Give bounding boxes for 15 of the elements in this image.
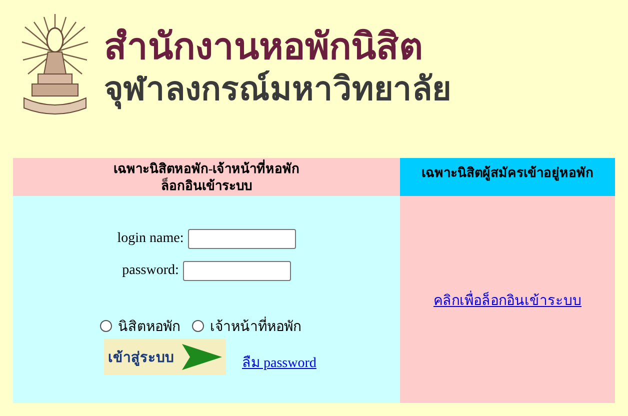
office-title: สำนักงานหอพักนิสิต (104, 25, 424, 69)
field-label: password: (122, 263, 179, 279)
forgot-password-link[interactable]: ลืม password (242, 351, 316, 373)
panel-heading: เฉพาะนิสิตหอพัก-เจ้าหน้าที่หอพัก ล็อกอินเข้าระบบ (13, 158, 400, 196)
arrow-icon (182, 342, 222, 372)
field-label: login name: (117, 231, 184, 247)
radio-button[interactable] (100, 320, 112, 332)
password-field[interactable] (182, 261, 291, 281)
radio-label: นิสิตหอพัก (118, 318, 180, 337)
login-name-field[interactable] (188, 229, 296, 249)
radio-label: เจ้าหน้าที่หอพัก (210, 315, 301, 337)
radio-button[interactable] (192, 320, 204, 332)
panel-heading: เฉพาะนิสิตผู้สมัครเข้าอยู่หอพัก (400, 158, 615, 196)
university-name: จุฬาลงกรณ์มหาวิทยาลัย (104, 69, 451, 109)
login-button[interactable]: เข้าสู่ระบบ (104, 339, 226, 375)
